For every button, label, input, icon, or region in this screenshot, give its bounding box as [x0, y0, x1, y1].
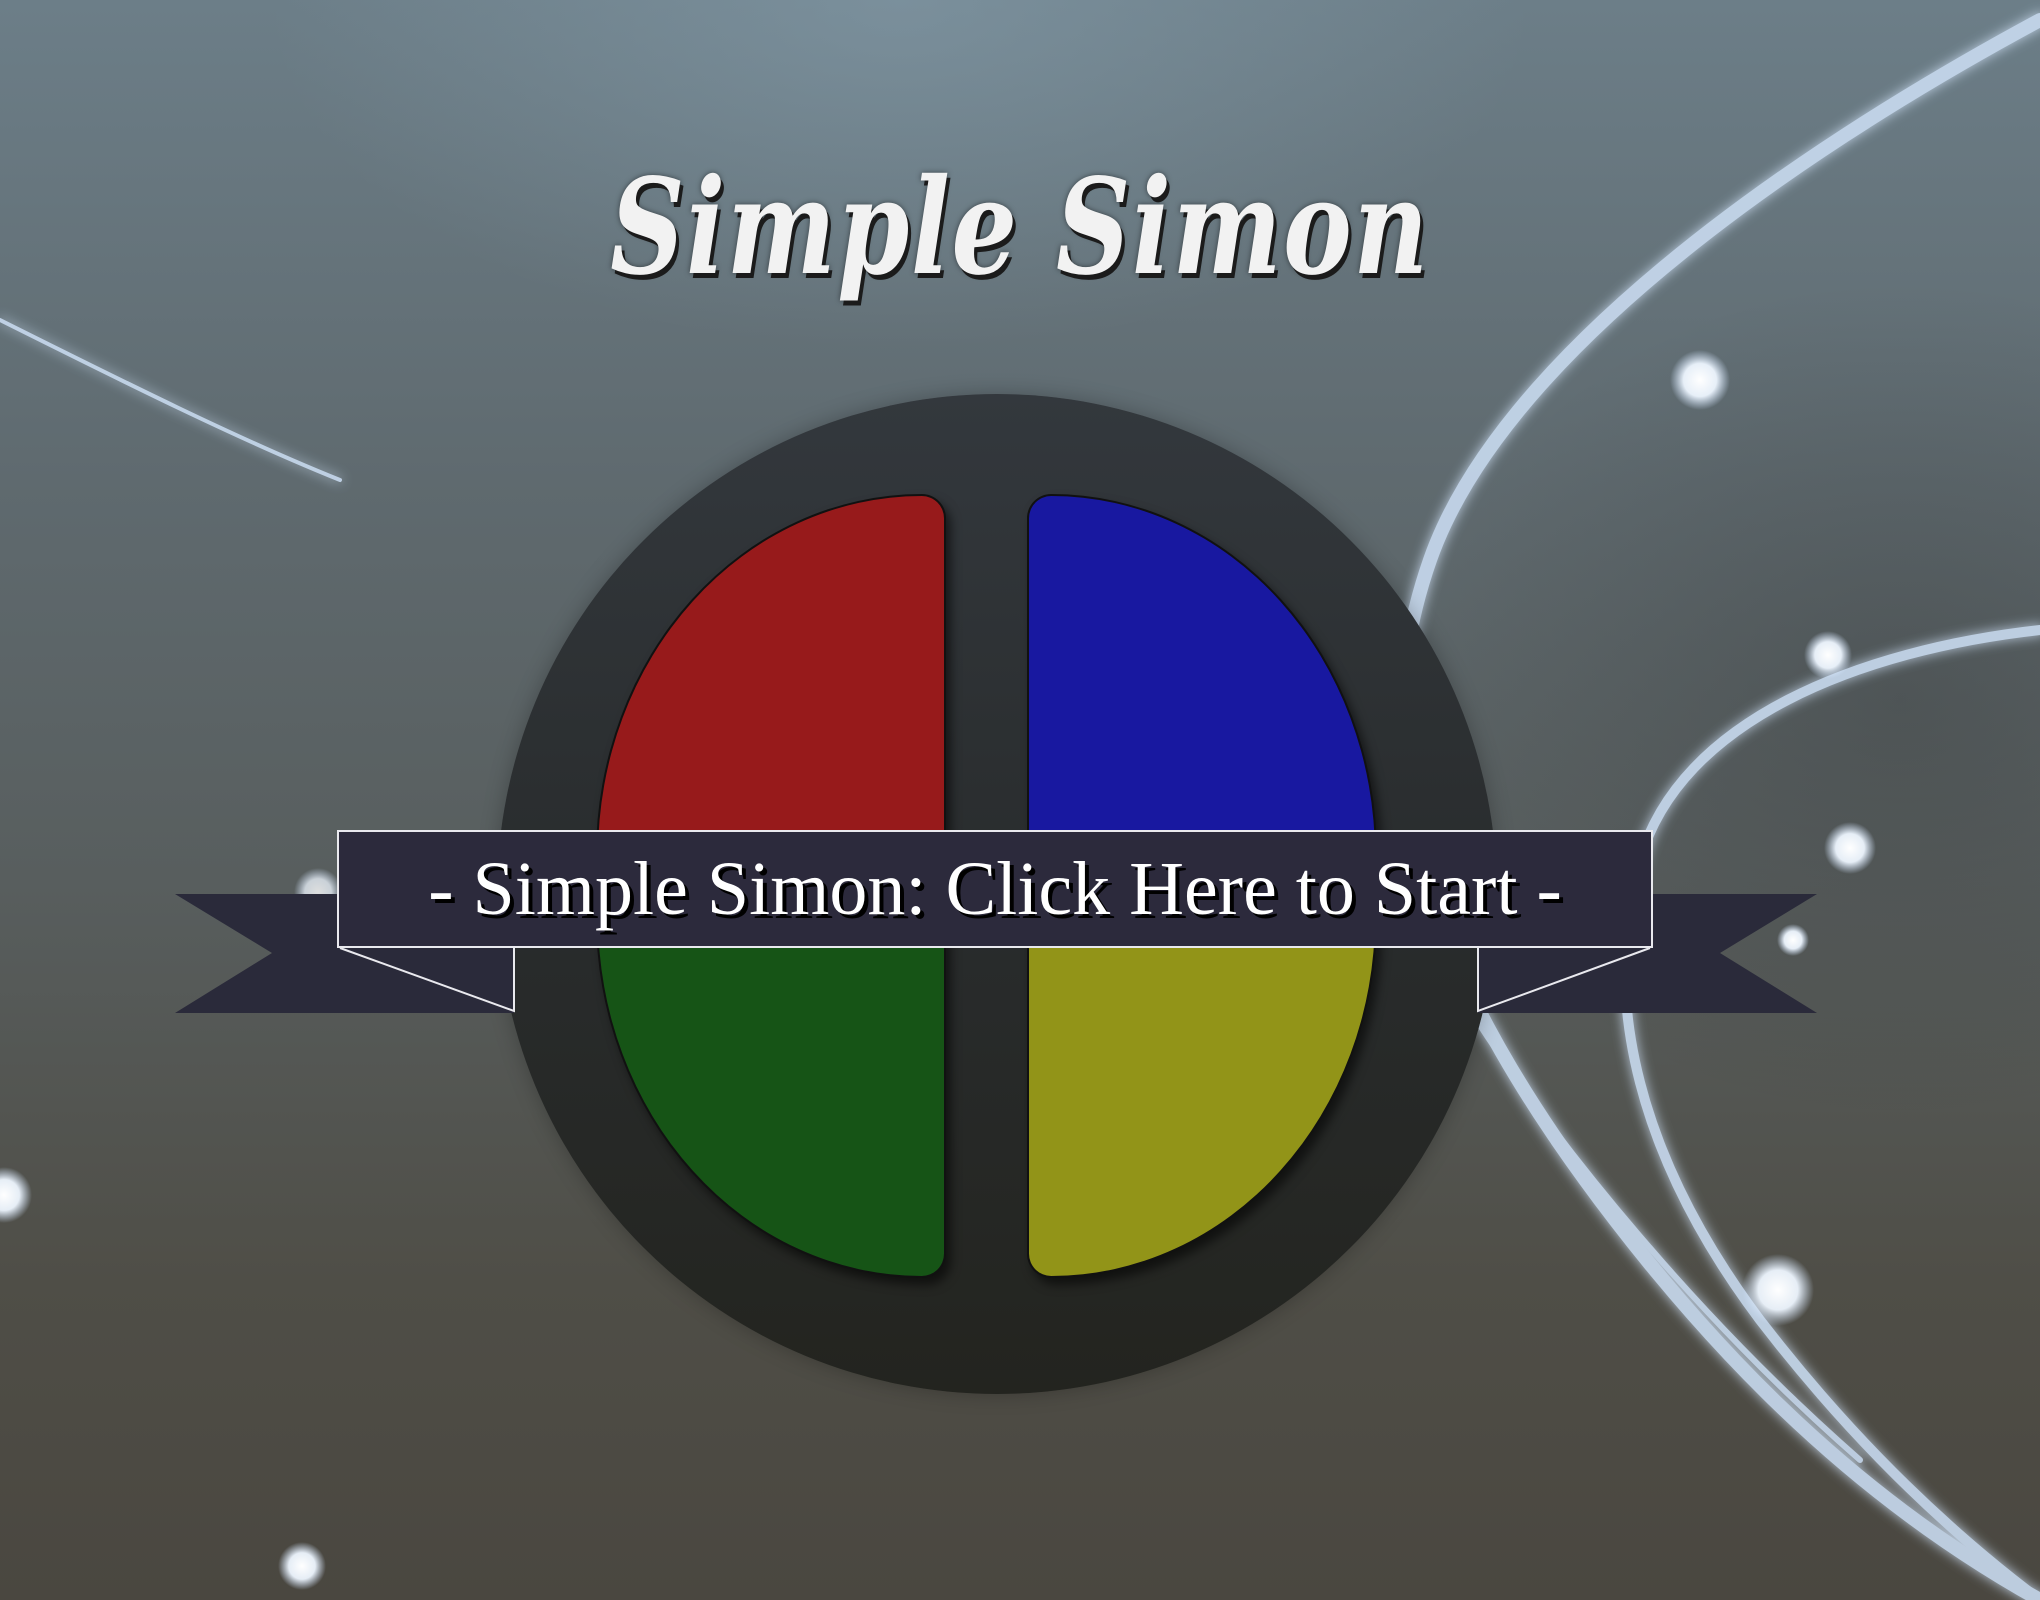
ribbon [175, 894, 1817, 1013]
start-banner-button[interactable]: - Simple Simon: Click Here to Start - [337, 830, 1653, 948]
